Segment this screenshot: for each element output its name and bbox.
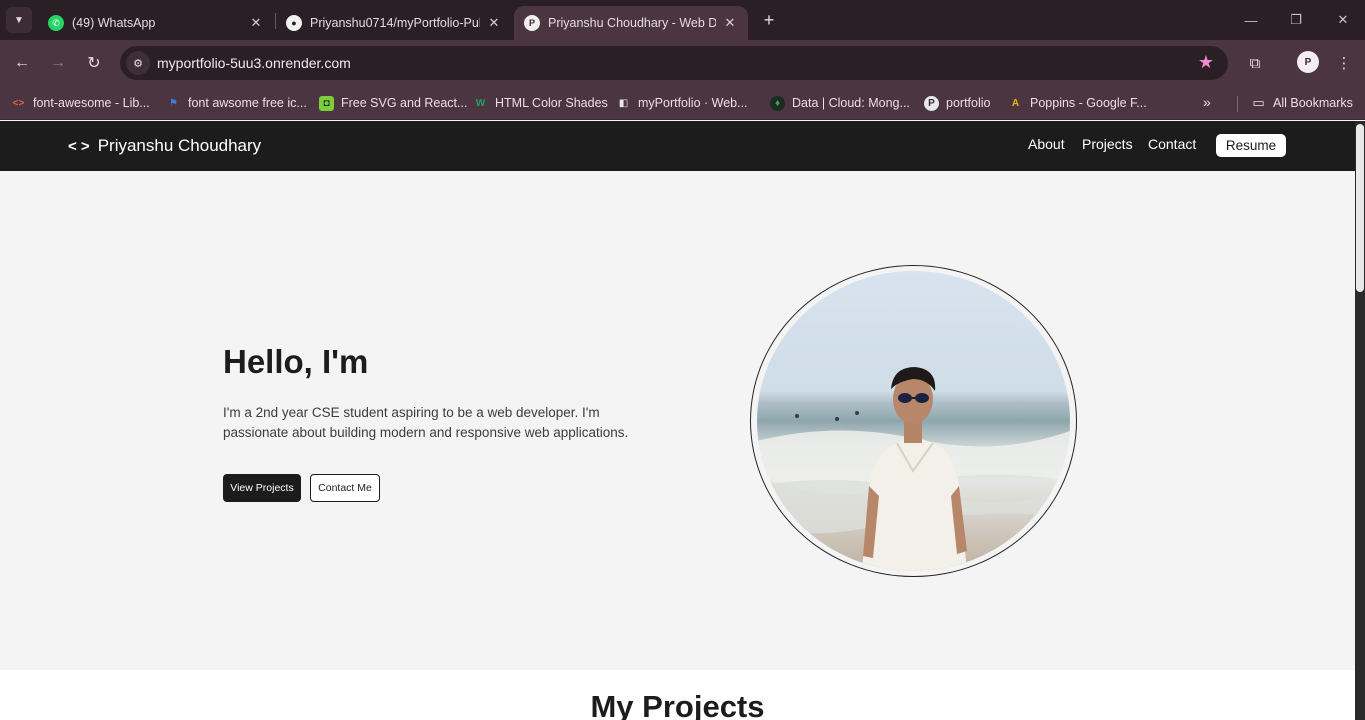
flag-icon: ⚑	[169, 97, 178, 109]
resume-button[interactable]: Resume	[1216, 134, 1286, 157]
profile-photo	[757, 271, 1070, 571]
close-icon[interactable]: ✕	[722, 15, 738, 31]
site-logo[interactable]: < > Priyanshu Choudhary	[68, 136, 261, 156]
tab-strip: ▼ ✆ (49) WhatsApp ✕ ● Priyanshu0714/myPo…	[0, 0, 1365, 40]
nav-link-contact[interactable]: Contact	[1148, 136, 1196, 152]
bookmark-item[interactable]: ◘ Free SVG and React...	[319, 93, 467, 113]
nav-link-projects[interactable]: Projects	[1082, 136, 1133, 152]
w-icon: W	[475, 97, 486, 109]
restore-icon: ❐	[1290, 12, 1302, 27]
browser-toolbar: ← → ↻ ⚙ myportfolio-5uu3.onrender.com ★ …	[0, 40, 1365, 86]
code-icon: <>	[12, 97, 25, 109]
bookmark-item[interactable]: W HTML Color Shades	[473, 93, 608, 113]
brand-name: Priyanshu Choudhary	[97, 136, 262, 155]
close-icon[interactable]: ✕	[486, 15, 502, 31]
tab-search-button[interactable]: ▼	[6, 7, 32, 33]
plus-icon: +	[763, 9, 775, 30]
arrow-left-icon: ←	[14, 54, 30, 71]
bookmarks-bar: <> font-awesome - Lib... ⚑ font awsome f…	[0, 86, 1365, 120]
close-window-button[interactable]: ✕	[1333, 10, 1353, 30]
minimize-icon: —	[1244, 12, 1258, 28]
kebab-menu-icon: ⋮	[1336, 55, 1352, 72]
back-button[interactable]: ←	[10, 51, 34, 75]
portfolio-icon: P	[924, 95, 939, 111]
site-info-button[interactable]: ⚙	[126, 51, 150, 75]
projects-section: My Projects	[0, 670, 1355, 720]
github-icon: ●	[286, 15, 302, 31]
page-scrollbar[interactable]	[1355, 121, 1365, 720]
address-bar[interactable]: ⚙ myportfolio-5uu3.onrender.com ★	[120, 46, 1228, 80]
scrollbar-thumb[interactable]	[1356, 124, 1364, 292]
folder-icon: ▭	[1252, 95, 1265, 110]
menu-button[interactable]: ⋮	[1332, 51, 1356, 75]
svg-icon: ◘	[319, 95, 334, 111]
chevron-down-icon: ▼	[14, 14, 24, 26]
bookmark-star-icon[interactable]: ★	[1198, 52, 1214, 73]
bookmark-item[interactable]: P portfolio	[924, 93, 990, 113]
bookmarks-divider	[1237, 96, 1238, 112]
profile-avatar[interactable]: P	[1297, 51, 1319, 73]
bookmarks-overflow-icon[interactable]: »	[1203, 94, 1211, 110]
bookmark-item[interactable]: ♦ Data | Cloud: Mong...	[770, 93, 910, 113]
tune-icon: ⚙	[133, 57, 143, 70]
leaf-icon: ♦	[770, 95, 785, 111]
close-icon[interactable]: ✕	[248, 15, 264, 31]
hero-description: I'm a 2nd year CSE student aspiring to b…	[223, 405, 629, 440]
puzzle-icon: ⧉	[1249, 54, 1261, 72]
bookmark-item[interactable]: A Poppins - Google F...	[1008, 93, 1147, 113]
close-icon: ✕	[1337, 12, 1349, 27]
reload-icon: ↻	[87, 55, 101, 72]
tab-github[interactable]: ● Priyanshu0714/myPortfolio-Public ✕	[276, 6, 512, 40]
forward-button[interactable]: →	[46, 51, 70, 75]
bookmark-item[interactable]: ⚑ font awsome free ic...	[166, 93, 307, 113]
reload-button[interactable]: ↻	[82, 51, 106, 75]
render-icon: ◧	[618, 97, 629, 109]
portfolio-icon: P	[524, 15, 540, 31]
restore-button[interactable]: ❐	[1286, 10, 1306, 30]
new-tab-button[interactable]: +	[758, 9, 780, 31]
code-brackets-icon: < >	[68, 137, 90, 155]
google-fonts-icon: A	[1011, 97, 1020, 109]
beach-portrait-illustration	[757, 367, 1070, 571]
hero-title: Hello, I'm	[223, 343, 369, 380]
tab-whatsapp[interactable]: ✆ (49) WhatsApp ✕	[38, 6, 274, 40]
tab-portfolio[interactable]: P Priyanshu Choudhary - Web Developer ✕	[514, 6, 748, 40]
all-bookmarks-button[interactable]: ▭ All Bookmarks	[1251, 93, 1353, 113]
projects-heading: My Projects	[590, 689, 765, 720]
site-navbar: < > Priyanshu Choudhary About Projects C…	[0, 121, 1355, 171]
bookmark-item[interactable]: <> font-awesome - Lib...	[11, 93, 150, 113]
bookmark-item[interactable]: ◧ myPortfolio · Web...	[616, 93, 748, 113]
profile-icon: P	[1304, 56, 1312, 68]
minimize-button[interactable]: —	[1241, 10, 1261, 30]
page-viewport: < > Priyanshu Choudhary About Projects C…	[0, 121, 1355, 720]
url-text[interactable]: myportfolio-5uu3.onrender.com	[157, 55, 351, 71]
whatsapp-icon: ✆	[48, 15, 64, 31]
extensions-button[interactable]: ⧉	[1243, 51, 1267, 75]
arrow-right-icon: →	[50, 54, 66, 71]
profile-photo-frame	[750, 265, 1077, 577]
contact-me-button[interactable]: Contact Me	[310, 474, 380, 502]
view-projects-button[interactable]: View Projects	[223, 474, 301, 502]
nav-link-about[interactable]: About	[1028, 136, 1065, 152]
